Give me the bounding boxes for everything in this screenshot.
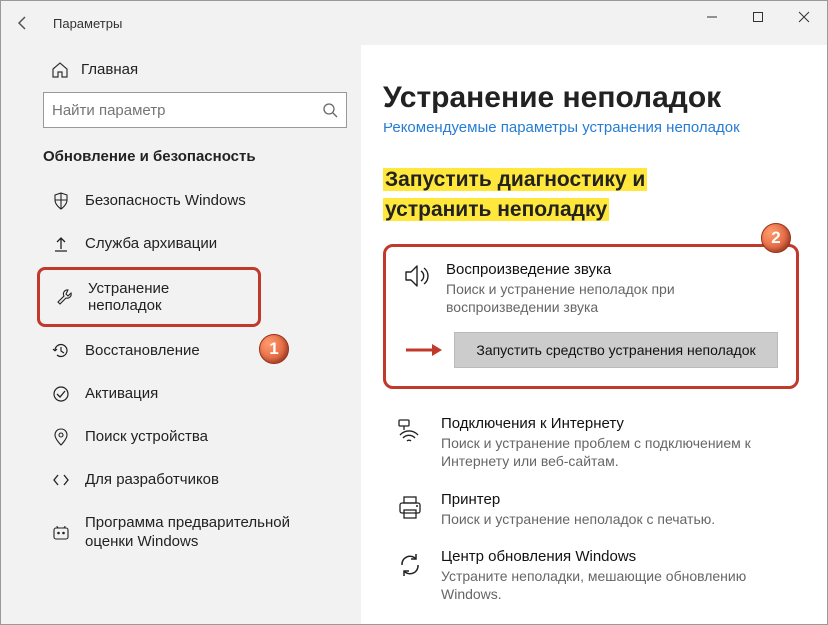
sidebar-item-label: Программа предварительной оценки Windows [85, 514, 325, 552]
sidebar-home-label: Главная [81, 61, 138, 78]
wifi-icon [393, 415, 427, 449]
sidebar-item-activation[interactable]: Активация [1, 372, 361, 415]
code-icon [51, 470, 71, 490]
search-input[interactable] [52, 102, 322, 119]
printer-icon [393, 491, 427, 525]
troubleshooter-desc: Поиск и устранение неполадок с печатью. [441, 510, 715, 528]
troubleshooter-audio[interactable]: Воспроизведение звука Поиск и устранение… [400, 261, 778, 316]
window-title: Параметры [53, 16, 122, 31]
back-button[interactable] [1, 1, 45, 45]
sidebar: Главная Обновление и безопасность Безопа… [1, 45, 361, 624]
truncated-link[interactable]: Рекомендуемые параметры устранения непол… [383, 123, 740, 136]
truncated-link-row: Рекомендуемые параметры устранения непол… [383, 123, 799, 141]
troubleshooter-title: Воспроизведение звука [446, 261, 778, 278]
close-button[interactable] [781, 1, 827, 33]
sidebar-item-label: Восстановление [85, 342, 200, 359]
sidebar-item-label: Для разработчиков [85, 471, 219, 488]
window-controls [689, 1, 827, 33]
history-icon [51, 341, 71, 361]
maximize-button[interactable] [735, 1, 781, 33]
search-icon [322, 102, 338, 118]
sidebar-item-insider[interactable]: Программа предварительной оценки Windows [1, 501, 361, 565]
sidebar-item-backup[interactable]: Служба архивации [1, 222, 361, 265]
upload-icon [51, 234, 71, 254]
home-icon [51, 61, 69, 79]
check-circle-icon [51, 384, 71, 404]
sidebar-item-find-device[interactable]: Поиск устройства [1, 415, 361, 458]
troubleshooter-audio-box: Воспроизведение звука Поиск и устранение… [383, 244, 799, 389]
sidebar-item-label: Служба архивации [85, 235, 217, 252]
sidebar-item-label: Поиск устройства [85, 428, 208, 445]
update-icon [393, 548, 427, 582]
wrench-icon [54, 287, 74, 307]
troubleshooter-desc: Устраните неполадки, мешающие обновлению… [441, 567, 795, 603]
sidebar-item-label: Активация [85, 385, 158, 402]
annotation-marker-1: 1 [259, 334, 289, 364]
sidebar-item-security[interactable]: Безопасность Windows [1, 179, 361, 222]
shield-icon [51, 191, 71, 211]
main-content: Устранение неполадок Рекомендуемые парам… [361, 45, 827, 624]
page-title: Устранение неполадок [383, 81, 799, 115]
troubleshooter-internet[interactable]: Подключения к Интернету Поиск и устранен… [383, 405, 799, 480]
location-icon [51, 427, 71, 447]
speaker-icon [400, 261, 434, 295]
sidebar-item-label: Устранение неполадок [88, 280, 244, 314]
section-heading-highlight: Запустить диагностику и устранить непола… [383, 168, 647, 221]
troubleshooter-title: Подключения к Интернету [441, 415, 795, 432]
arrow-right-icon [404, 342, 444, 358]
troubleshooter-desc: Поиск и устранение неполадок при воспрои… [446, 280, 778, 316]
troubleshooter-title: Принтер [441, 491, 715, 508]
troubleshooter-title: Центр обновления Windows [441, 548, 795, 565]
sidebar-item-troubleshoot[interactable]: Устранение неполадок [37, 267, 261, 327]
search-box[interactable] [43, 92, 347, 128]
troubleshooter-desc: Поиск и устранение проблем с подключение… [441, 434, 795, 470]
sidebar-section-title: Обновление и безопасность [1, 148, 361, 179]
troubleshooter-windows-update[interactable]: Центр обновления Windows Устраните непол… [383, 538, 799, 613]
titlebar: Параметры [1, 1, 827, 45]
minimize-button[interactable] [689, 1, 735, 33]
troubleshooter-printer[interactable]: Принтер Поиск и устранение неполадок с п… [383, 481, 799, 538]
insider-icon [51, 523, 71, 543]
run-troubleshooter-button[interactable]: Запустить средство устранения неполадок [454, 332, 778, 368]
sidebar-home[interactable]: Главная [1, 53, 361, 92]
annotation-marker-2: 2 [761, 223, 791, 253]
sidebar-item-label: Безопасность Windows [85, 192, 246, 209]
sidebar-item-recovery[interactable]: Восстановление [1, 329, 361, 372]
sidebar-item-developers[interactable]: Для разработчиков [1, 458, 361, 501]
